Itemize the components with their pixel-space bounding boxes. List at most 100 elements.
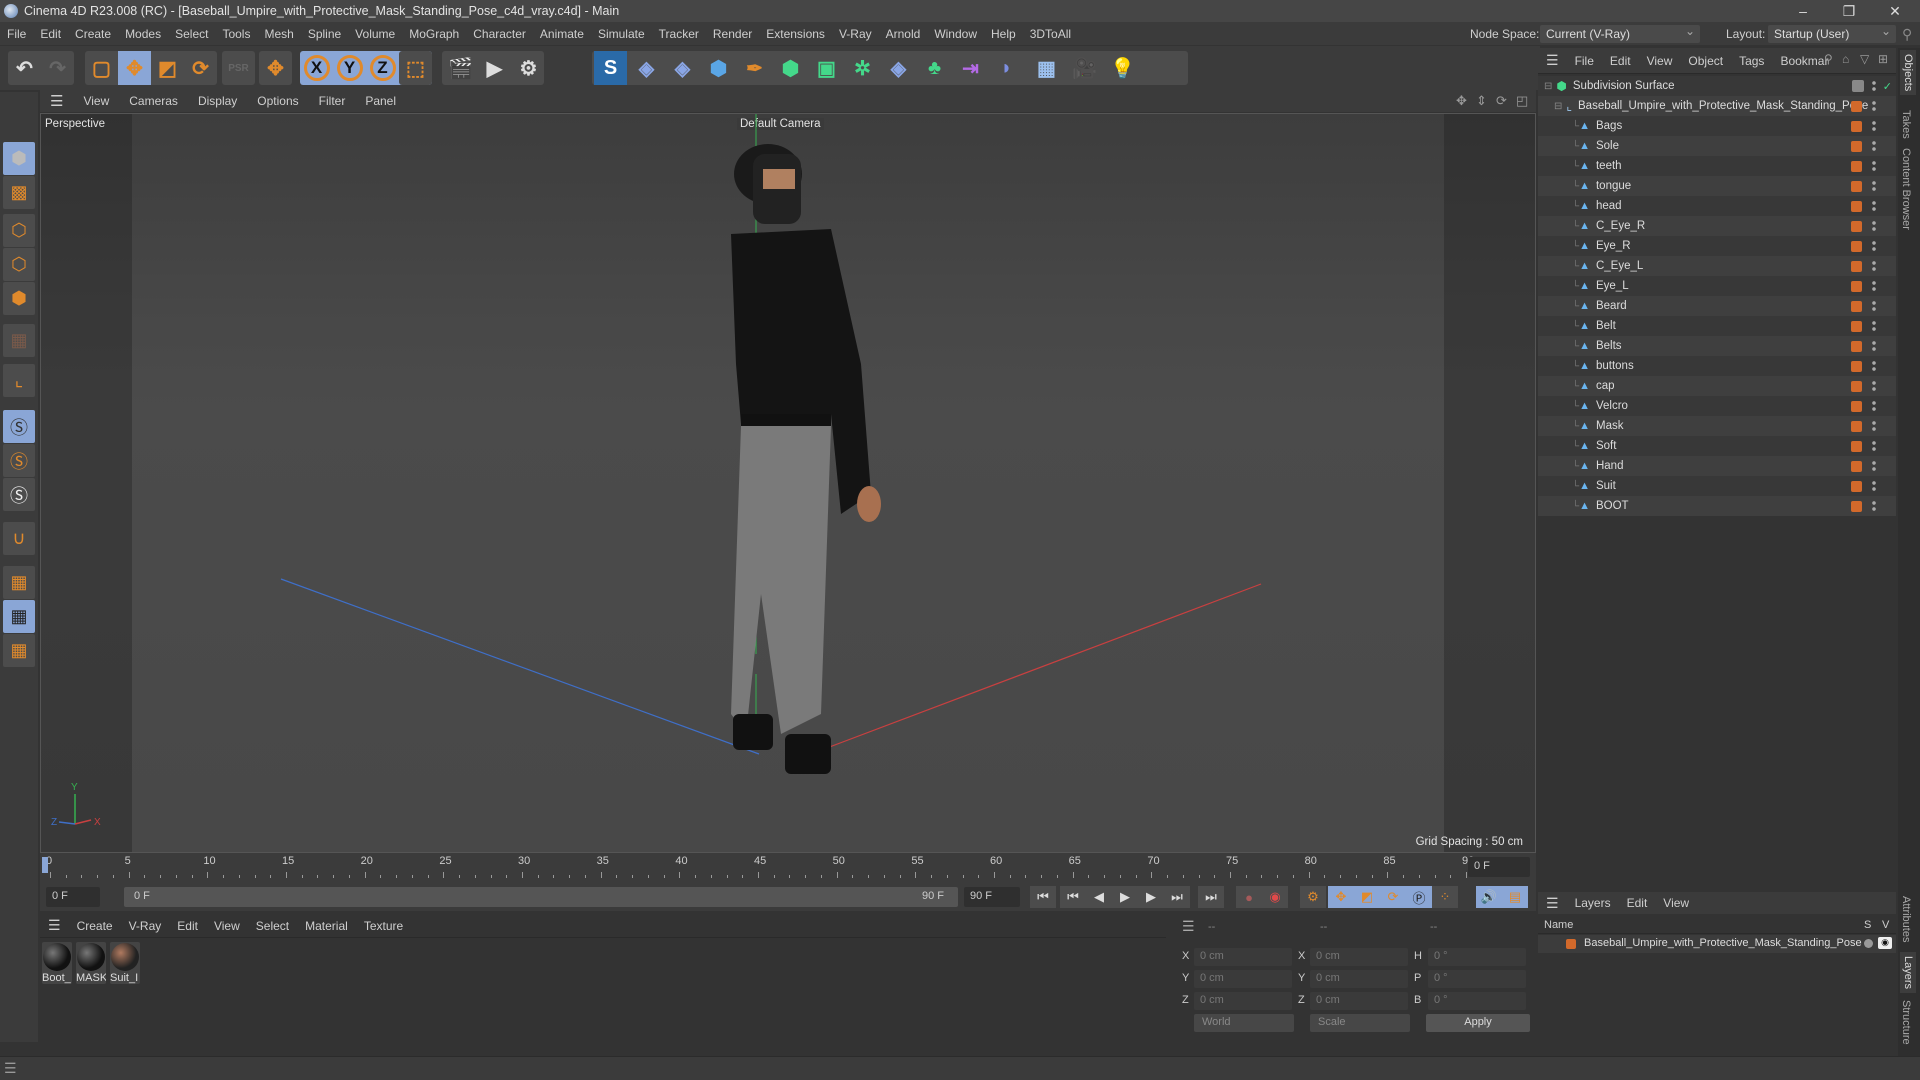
key-pla-icon[interactable]: ⁘ — [1432, 886, 1458, 908]
material-tag-icon[interactable] — [1851, 320, 1862, 332]
menu-3dtoall[interactable]: 3DToAll — [1023, 27, 1078, 41]
visibility-dots[interactable] — [1872, 280, 1876, 292]
cloner-icon[interactable]: ♣ — [918, 51, 951, 85]
visibility-dots[interactable] — [1872, 480, 1876, 492]
rot-h-field[interactable]: 0 ° — [1428, 948, 1526, 966]
visibility-dots[interactable] — [1872, 160, 1876, 172]
material-tag-icon[interactable] — [1851, 460, 1862, 472]
object-menu-tags[interactable]: Tags — [1731, 54, 1772, 68]
cube-icon[interactable]: ⬢ — [702, 51, 735, 85]
object-row[interactable]: └ ▲ Soft — [1538, 436, 1896, 456]
sound-icon[interactable]: 🔊 — [1476, 886, 1502, 908]
layers-menu-edit[interactable]: Edit — [1619, 896, 1656, 910]
bend-icon[interactable]: ◗ — [990, 51, 1023, 85]
menu-tracker[interactable]: Tracker — [652, 27, 706, 41]
undo-icon[interactable]: ↶ — [8, 51, 41, 85]
workplane-icon[interactable]: ▦ — [3, 566, 35, 599]
material-swatch[interactable]: Boot_ — [42, 942, 72, 984]
status-hamburger-icon[interactable]: ☰ — [4, 1060, 17, 1077]
uvw-mode-icon[interactable]: ▦ — [3, 324, 35, 357]
python-icon-2[interactable]: ◈ — [666, 51, 699, 85]
rotate-view-icon[interactable]: ⟳ — [1496, 93, 1507, 109]
visibility-dots[interactable] — [1872, 260, 1876, 272]
coords-hamburger-icon[interactable]: ☰ — [1182, 918, 1195, 935]
viewport-menu-display[interactable]: Display — [188, 94, 247, 108]
next-key-icon[interactable]: ⏭ — [1164, 886, 1190, 908]
material-tag-icon[interactable] — [1851, 340, 1862, 352]
visibility-dots[interactable] — [1872, 300, 1876, 312]
menu-tools[interactable]: Tools — [215, 27, 257, 41]
object-menu-edit[interactable]: Edit — [1602, 54, 1639, 68]
visibility-dots[interactable] — [1872, 360, 1876, 372]
previous-key-icon[interactable]: ⏮ — [1060, 886, 1086, 908]
visibility-dots[interactable] — [1872, 140, 1876, 152]
menu-spline[interactable]: Spline — [301, 27, 348, 41]
rotate-icon[interactable]: ⟳ — [184, 51, 217, 85]
pos-x-field[interactable]: 0 cm — [1194, 948, 1292, 966]
viewport-menu-options[interactable]: Options — [247, 94, 308, 108]
size-mode-dropdown[interactable]: Scale — [1310, 1014, 1410, 1032]
solo-dot-icon[interactable] — [1864, 939, 1873, 948]
key-scale-icon[interactable]: ◩ — [1354, 886, 1380, 908]
visibility-dots[interactable] — [1872, 100, 1876, 112]
material-tag-icon[interactable] — [1851, 140, 1862, 152]
move-icon[interactable]: ✥ — [118, 51, 151, 85]
material-tag-icon[interactable] — [1851, 220, 1862, 232]
vray-icon[interactable]: S — [594, 51, 627, 85]
visibility-dots[interactable] — [1872, 120, 1876, 132]
node-space-dropdown[interactable]: Current (V-Ray) — [1540, 24, 1700, 43]
object-row-group[interactable]: ⊟ ⌞ Baseball_Umpire_with_Protective_Mask… — [1538, 96, 1896, 116]
snap-settings-icon[interactable]: Ⓢ — [3, 444, 35, 477]
menu-create[interactable]: Create — [68, 27, 118, 41]
current-frame-field[interactable]: 0 F — [1468, 857, 1530, 877]
material-tag-icon[interactable] — [1851, 420, 1862, 432]
python-icon-3[interactable]: ◈ — [882, 51, 915, 85]
enabled-check-icon[interactable]: ✓ — [1883, 80, 1892, 93]
subdivision-icon[interactable]: ⬢ — [774, 51, 807, 85]
start-frame-field[interactable]: 0 F — [46, 887, 100, 907]
object-row[interactable]: └ ▲ Belt — [1538, 316, 1896, 336]
object-row[interactable]: └ ▲ Belts — [1538, 336, 1896, 356]
collapse-icon[interactable]: ⊟ — [1544, 81, 1552, 92]
play-icon[interactable]: ▶ — [1112, 886, 1138, 908]
object-menu-object[interactable]: Object — [1680, 54, 1731, 68]
object-row[interactable]: └ ▲ C_Eye_L — [1538, 256, 1896, 276]
filter-icon[interactable]: ▽ — [1860, 52, 1869, 66]
viewport-menu-cameras[interactable]: Cameras — [119, 94, 188, 108]
size-z-field[interactable]: 0 cm — [1310, 992, 1408, 1010]
close-button[interactable]: ✕ — [1872, 0, 1918, 22]
object-row[interactable]: └ ▲ BOOT — [1538, 496, 1896, 516]
object-row[interactable]: └ ▲ Suit — [1538, 476, 1896, 496]
axis-mode-icon[interactable]: ⌞ — [3, 364, 35, 397]
layer-color-swatch[interactable] — [1566, 939, 1576, 949]
object-row[interactable]: └ ▲ Hand — [1538, 456, 1896, 476]
scale-icon[interactable]: ◩ — [151, 51, 184, 85]
texture-mode-icon[interactable]: ▩ — [3, 176, 35, 209]
material-tag-icon[interactable] — [1851, 500, 1862, 512]
menu-mograph[interactable]: MoGraph — [402, 27, 466, 41]
visibility-dots[interactable] — [1872, 240, 1876, 252]
material-tag-icon[interactable] — [1851, 480, 1862, 492]
layer-row[interactable]: Baseball_Umpire_with_Protective_Mask_Sta… — [1538, 935, 1896, 953]
maximize-view-icon[interactable]: ◰ — [1516, 93, 1528, 109]
material-tag-icon[interactable] — [1851, 200, 1862, 212]
menu-select[interactable]: Select — [168, 27, 215, 41]
viewport-menu-panel[interactable]: Panel — [355, 94, 406, 108]
object-row[interactable]: └ ▲ Mask — [1538, 416, 1896, 436]
deformer-icon[interactable]: ⇥ — [954, 51, 987, 85]
new-window-icon[interactable]: ⊞ — [1878, 52, 1888, 66]
material-tag-icon[interactable] — [1851, 360, 1862, 372]
visibility-dots[interactable] — [1872, 420, 1876, 432]
visibility-dots[interactable] — [1872, 340, 1876, 352]
python-icon[interactable]: ◈ — [630, 51, 663, 85]
menu-help[interactable]: Help — [984, 27, 1023, 41]
visibility-dots[interactable] — [1872, 200, 1876, 212]
material-swatch[interactable]: MASK — [76, 942, 106, 984]
object-row-subdivision-surface[interactable]: ⊟ ⬢ Subdivision Surface ✓ — [1538, 76, 1896, 96]
end-frame-field[interactable]: 90 F — [964, 887, 1020, 907]
menu-extensions[interactable]: Extensions — [759, 27, 832, 41]
dolly-view-icon[interactable]: ⇕ — [1476, 93, 1487, 109]
material-tag-icon[interactable] — [1851, 240, 1862, 252]
workplane-align-icon[interactable]: ▦ — [3, 634, 35, 667]
playhead[interactable] — [42, 857, 48, 873]
